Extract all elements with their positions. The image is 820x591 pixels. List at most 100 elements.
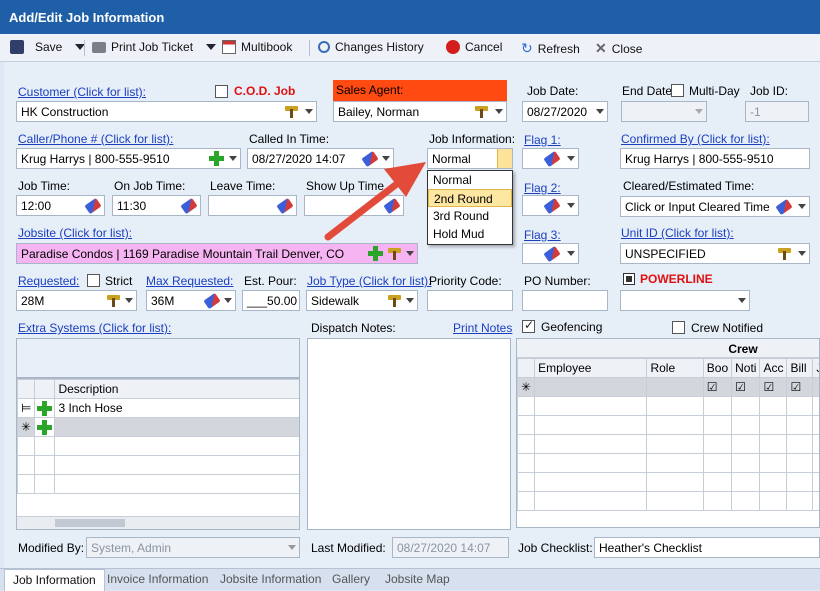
job-time-field[interactable]: 12:00 [16,195,105,216]
max-requested-field[interactable]: 36M [146,290,236,311]
dropdown-option[interactable]: Normal [428,171,512,189]
unit-id-link[interactable]: Unit ID (Click for list): [621,226,734,240]
job-type-field[interactable]: Sidewalk [306,290,418,311]
po-number-field[interactable] [522,290,608,311]
chevron-down-icon[interactable] [497,149,512,168]
edit-pen-icon[interactable] [775,199,792,215]
customer-field[interactable]: HK Construction [16,101,317,122]
hammer-icon[interactable] [388,294,401,307]
powerline-checkbox[interactable] [623,273,635,285]
requested-field[interactable]: 28M [16,290,137,311]
powerline-select[interactable] [620,290,750,311]
edit-pen-icon[interactable] [180,198,197,214]
chevron-down-icon[interactable] [567,156,575,161]
end-date-field[interactable] [621,101,707,122]
on-job-time-field[interactable]: 11:30 [112,195,201,216]
caller-field[interactable]: Krug Harrys | 800-555-9510 [16,148,241,169]
flag3-field[interactable] [522,243,579,264]
tab-invoice-information[interactable]: Invoice Information [107,572,208,586]
chevron-down-icon[interactable] [567,251,575,256]
tab-gallery[interactable]: Gallery [332,572,370,586]
add-icon[interactable] [368,246,383,261]
crew-notified-checkbox[interactable] [672,321,685,334]
job-checklist-field[interactable]: Heather's Checklist [594,537,820,558]
jobsite-link[interactable]: Jobsite (Click for list): [18,226,132,240]
requested-link[interactable]: Requested: [18,274,79,288]
sales-agent-field[interactable]: Bailey, Norman [333,101,507,122]
chevron-down-icon[interactable] [406,298,414,303]
chevron-down-icon[interactable] [206,44,216,50]
hammer-icon[interactable] [778,247,791,260]
leave-time-field[interactable] [208,195,297,216]
chevron-down-icon[interactable] [695,109,703,114]
hammer-icon[interactable] [388,247,401,260]
caller-link[interactable]: Caller/Phone # (Click for list): [18,132,173,146]
print-notes-link[interactable]: Print Notes [453,321,512,335]
confirmed-by-link[interactable]: Confirmed By (Click for list): [621,132,770,146]
chevron-down-icon[interactable] [406,251,414,256]
flag2-link[interactable]: Flag 2: [524,181,561,195]
chevron-down-icon[interactable] [125,298,133,303]
multi-day-checkbox[interactable] [671,84,684,97]
jobsite-field[interactable]: Paradise Condos | 1169 Paradise Mountain… [16,243,418,264]
tab-job-information[interactable]: Job Information [4,569,105,591]
hammer-icon[interactable] [285,105,298,118]
chevron-down-icon[interactable] [224,298,232,303]
est-pour-field[interactable]: ___50.00 [242,290,300,311]
flag3-link[interactable]: Flag 3: [524,228,561,242]
save-button[interactable]: Save [10,40,85,54]
chevron-down-icon[interactable] [229,156,237,161]
extra-systems-link[interactable]: Extra Systems (Click for list): [18,321,171,335]
priority-code-field[interactable] [427,290,513,311]
chevron-down-icon[interactable] [596,109,604,114]
close-button[interactable]: ✕ Close [595,40,642,57]
tab-jobsite-information[interactable]: Jobsite Information [220,572,321,586]
dropdown-option[interactable]: 3rd Round [428,207,512,225]
print-job-ticket-button[interactable]: Print Job Ticket [92,40,216,54]
add-icon[interactable] [37,420,52,435]
chevron-down-icon[interactable] [495,109,503,114]
multibook-button[interactable]: Multibook [222,40,292,54]
customer-link[interactable]: Customer (Click for list): [18,85,146,99]
hammer-icon[interactable] [107,294,120,307]
edit-pen-icon[interactable] [203,293,220,309]
job-date-field[interactable]: 08/27/2020 [522,101,608,122]
refresh-icon: ↻ [521,40,533,57]
edit-pen-icon[interactable] [543,151,560,167]
max-requested-link[interactable]: Max Requested: [146,274,233,288]
flag2-field[interactable] [522,195,579,216]
extra-systems-grid: Description ⊨3 Inch Hose ✳ [16,378,300,530]
unit-id-field[interactable]: UNSPECIFIED [620,243,810,264]
edit-pen-icon[interactable] [276,198,293,214]
cod-checkbox[interactable] [215,85,228,98]
edit-pen-icon[interactable] [84,198,101,214]
edit-pen-icon[interactable] [543,246,560,262]
confirmed-by-field[interactable]: Krug Harrys | 800-555-9510 [620,148,810,169]
add-icon[interactable] [209,151,224,166]
chevron-down-icon[interactable] [305,109,313,114]
dropdown-option[interactable]: Hold Mud [428,225,512,243]
chevron-down-icon[interactable] [798,251,806,256]
cancel-button[interactable]: Cancel [446,40,502,54]
add-icon[interactable] [37,401,52,416]
chevron-down-icon[interactable] [567,203,575,208]
chevron-down-icon[interactable] [738,298,746,303]
flag1-link[interactable]: Flag 1: [524,133,561,147]
strict-checkbox[interactable] [87,274,100,287]
cleared-time-field[interactable]: Click or Input Cleared Time [620,196,810,217]
refresh-button[interactable]: ↻ Refresh [521,40,580,57]
changes-history-button[interactable]: Changes History [318,40,424,54]
dropdown-option-selected[interactable]: 2nd Round [428,189,512,207]
chevron-down-icon[interactable] [798,204,806,209]
horizontal-scrollbar[interactable] [17,516,300,529]
table-row[interactable]: ⊨3 Inch Hose [18,399,301,418]
job-type-link[interactable]: Job Type (Click for list): [307,274,431,288]
flag1-field[interactable] [522,148,579,169]
hammer-icon[interactable] [475,105,488,118]
tab-jobsite-map[interactable]: Jobsite Map [385,572,450,586]
dispatch-notes-textarea[interactable] [307,338,511,530]
geofencing-checkbox[interactable] [522,320,535,333]
new-row[interactable]: ✳☑☑☑☑ [518,378,820,397]
edit-pen-icon[interactable] [543,198,560,214]
new-row[interactable]: ✳ [18,418,301,437]
